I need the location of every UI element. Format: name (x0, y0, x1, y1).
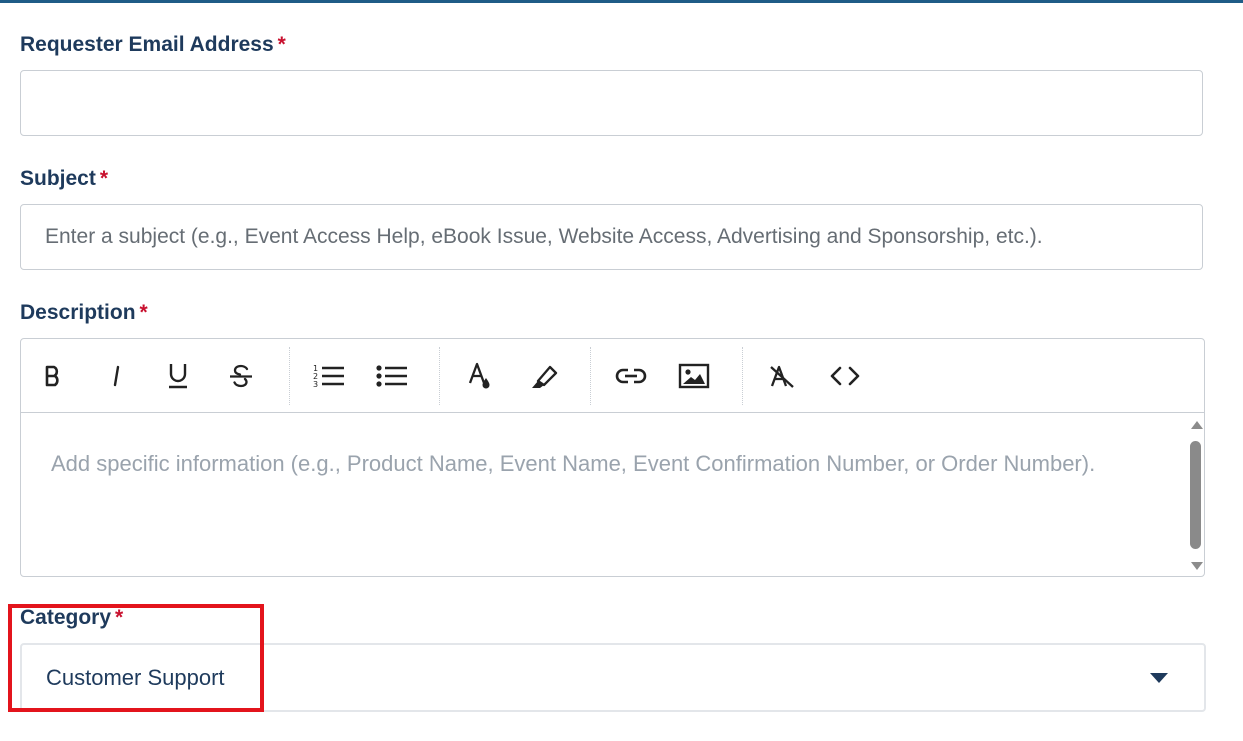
email-label-text: Requester Email Address (20, 33, 274, 56)
description-editor-area[interactable]: Add specific information (e.g., Product … (21, 413, 1189, 576)
clear-format-icon[interactable] (764, 358, 800, 394)
scrollbar-thumb[interactable] (1190, 441, 1201, 549)
scroll-down-arrow-icon[interactable] (1191, 562, 1203, 570)
code-icon[interactable] (827, 358, 863, 394)
top-accent-bar (0, 0, 1243, 3)
description-placeholder: Add specific information (e.g., Product … (51, 451, 1096, 476)
svg-text:3: 3 (313, 380, 318, 389)
description-label-text: Description (20, 301, 136, 324)
link-icon[interactable] (613, 358, 649, 394)
highlighter-icon[interactable] (525, 358, 561, 394)
subject-field-box (20, 204, 1203, 270)
toolbar-divider (439, 347, 440, 405)
unordered-list-icon[interactable] (374, 358, 410, 394)
email-field-box (20, 70, 1203, 136)
editor-toolbar: 123 (21, 339, 1204, 413)
subject-input[interactable] (21, 205, 1202, 269)
category-select[interactable]: Customer Support (20, 643, 1206, 712)
required-marker: * (99, 167, 109, 190)
category-selected-value: Customer Support (46, 665, 225, 690)
subject-label: Subject * (20, 167, 108, 191)
required-marker: * (277, 33, 286, 56)
toolbar-divider (289, 347, 290, 405)
description-label: Description * (20, 301, 148, 325)
strikethrough-icon[interactable] (223, 358, 259, 394)
category-label-text: Category (20, 606, 112, 629)
bold-icon[interactable] (35, 358, 71, 394)
image-icon[interactable] (676, 358, 712, 394)
email-label: Requester Email Address * (20, 33, 286, 57)
required-marker: * (115, 606, 124, 629)
chevron-down-icon (1150, 673, 1168, 683)
text-color-icon[interactable] (462, 358, 498, 394)
required-marker: * (139, 301, 148, 324)
category-label: Category * (20, 606, 123, 630)
scroll-up-arrow-icon[interactable] (1191, 421, 1203, 429)
underline-icon[interactable] (160, 358, 196, 394)
toolbar-divider (742, 347, 743, 405)
email-field[interactable] (21, 71, 1202, 135)
subject-label-text: Subject (20, 167, 96, 190)
italic-icon[interactable] (98, 358, 134, 394)
toolbar-divider (590, 347, 591, 405)
ordered-list-icon[interactable]: 123 (311, 358, 347, 394)
rich-text-editor: 123 Add specific information (e.g., Prod… (20, 338, 1205, 577)
editor-scrollbar[interactable] (1187, 413, 1204, 576)
